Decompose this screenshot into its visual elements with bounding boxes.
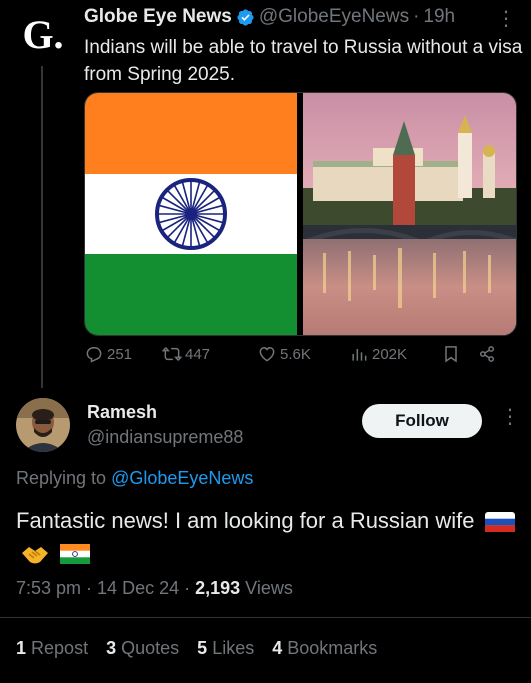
divider [0, 617, 531, 618]
reply-meta: 7:53 pm · 14 Dec 24 · 2,193 Views [16, 578, 293, 598]
reply-author-name[interactable]: Ramesh [87, 402, 157, 423]
heart-icon [259, 346, 275, 362]
reply-time[interactable]: 7:53 pm [16, 578, 81, 598]
views-count: 202K [372, 345, 408, 363]
reply-views-label: Views [245, 578, 293, 598]
author-name[interactable]: Globe Eye News [84, 6, 232, 28]
india-flag-icon [60, 544, 91, 565]
bookmark-icon [445, 346, 457, 363]
stat-quotes[interactable]: 3 Quotes [106, 638, 179, 659]
reply-tweet-text: Fantastic news! I am looking for a Russi… [16, 505, 516, 569]
share-icon [479, 346, 495, 362]
stat-reposts[interactable]: 1 Repost [16, 638, 88, 659]
replying-to-label: Replying to [16, 468, 107, 488]
ramesh-avatar[interactable] [16, 398, 70, 452]
reply-count: 251 [107, 345, 133, 363]
tweet-media[interactable] [84, 92, 517, 336]
repost-count: 447 [185, 345, 211, 363]
author-handle[interactable]: @GlobeEyeNews [259, 6, 409, 28]
replying-to-line: Replying to @GlobeEyeNews [16, 468, 253, 489]
ashoka-chakra-icon [155, 178, 227, 250]
repost-button[interactable]: 447 [162, 344, 257, 364]
views-button[interactable]: 202K [349, 344, 441, 364]
like-count: 5.6K [280, 345, 311, 363]
reply-button[interactable]: 251 [84, 344, 162, 364]
parent-tweet-header: Globe Eye News @GlobeEyeNews · 19h [84, 6, 455, 28]
verified-badge-icon [237, 8, 254, 26]
parent-tweet-text: Indians will be able to travel to Russia… [84, 37, 523, 85]
parent-tweet-actions: 251 447 5.6K 202K [84, 344, 516, 364]
reply-text-body: Fantastic news! I am looking for a Russi… [16, 508, 475, 533]
reply-author-handle[interactable]: @indiansupreme88 [87, 427, 243, 448]
reply-icon [86, 347, 102, 363]
more-options-icon[interactable]: ⋮ [496, 6, 516, 31]
reply-date[interactable]: 14 Dec 24 [97, 578, 179, 598]
stat-bookmarks[interactable]: 4 Bookmarks [272, 638, 377, 659]
reply-views-count: 2,193 [195, 578, 241, 598]
views-chart-icon [352, 349, 367, 361]
bookmark-button[interactable] [441, 344, 477, 364]
separator-dot: · [413, 6, 420, 27]
thread-line [41, 66, 43, 388]
globe-eye-avatar[interactable]: G. [18, 10, 68, 60]
india-flag-image[interactable] [85, 93, 297, 335]
reply-stats: 1 Repost 3 Quotes 5 Likes 4 Bookmarks [16, 638, 377, 659]
reply-more-options-icon[interactable]: ⋮ [500, 404, 520, 429]
replying-to-mention[interactable]: @GlobeEyeNews [111, 468, 253, 488]
follow-button[interactable]: Follow [362, 404, 482, 438]
stat-likes[interactable]: 5 Likes [197, 638, 254, 659]
share-button[interactable] [477, 344, 497, 364]
kremlin-photo-image[interactable] [303, 93, 516, 335]
tweet-time[interactable]: 19h [423, 6, 455, 28]
russia-flag-icon [484, 512, 515, 533]
repost-icon [162, 347, 182, 361]
handshake-icon [22, 547, 48, 564]
like-button[interactable]: 5.6K [257, 344, 349, 364]
